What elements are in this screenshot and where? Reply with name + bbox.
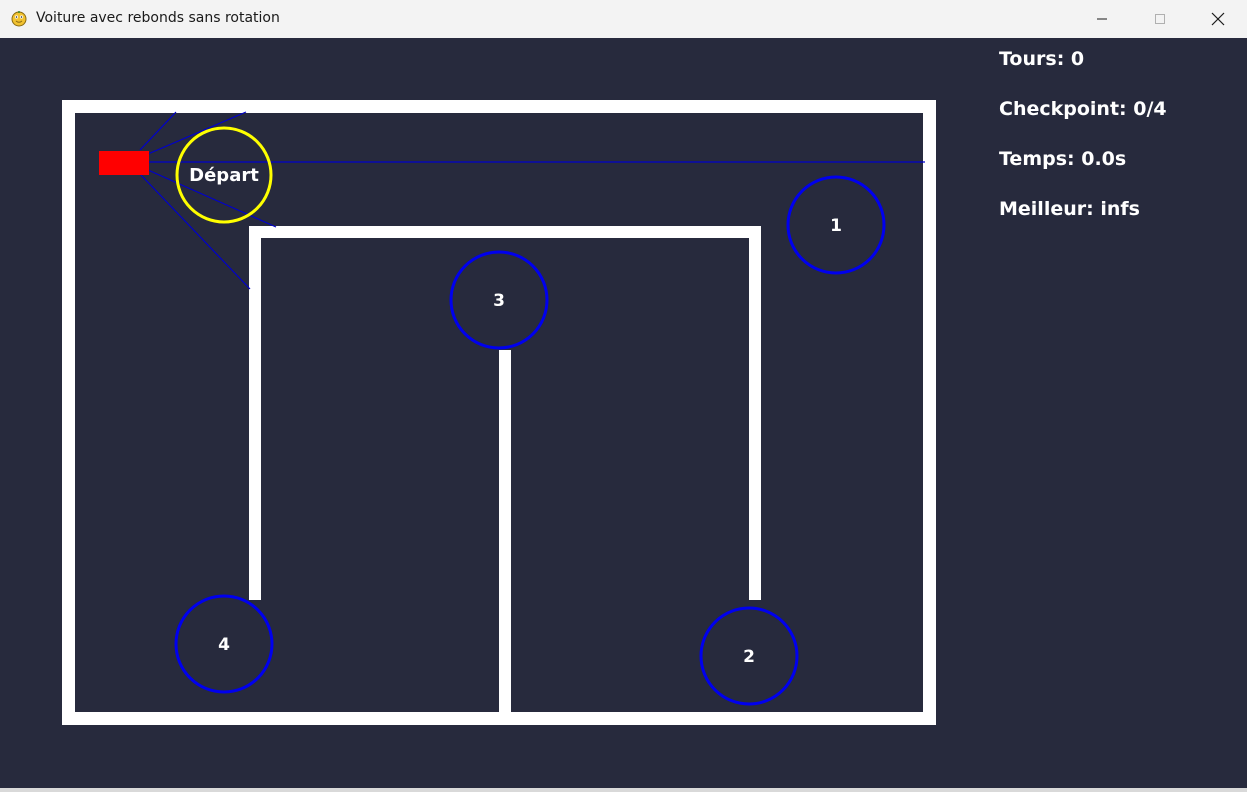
game-window: Voiture avec rebonds sans rotation Dépar… [0, 0, 1247, 792]
outer-wall-top [62, 100, 936, 113]
maximize-button[interactable] [1131, 0, 1189, 38]
start-label: Départ [189, 165, 259, 186]
window-title: Voiture avec rebonds sans rotation [36, 10, 280, 26]
inner-wall-right [749, 226, 761, 600]
car [99, 151, 149, 175]
checkpoint-4-label: 4 [218, 635, 230, 655]
close-icon [1211, 12, 1225, 26]
time-readout: Temps: 0.0s [999, 148, 1127, 170]
outer-wall-right [923, 100, 936, 725]
inner-wall-left [249, 226, 261, 600]
checkpoint-2-label: 2 [743, 647, 755, 667]
checkpoint-1-label: 1 [830, 216, 842, 236]
best-time-readout: Meilleur: infs [999, 198, 1140, 220]
inner-wall-top [249, 226, 761, 238]
checkpoint-counter: Checkpoint: 0/4 [999, 98, 1167, 120]
sensor-ray-up-shallow [147, 111, 247, 155]
window-bottom-border [0, 788, 1247, 792]
minimize-button[interactable] [1073, 0, 1131, 38]
checkpoint-3-label: 3 [493, 291, 505, 311]
center-divider-wall [499, 350, 511, 720]
close-button[interactable] [1189, 0, 1247, 38]
pygame-snake-icon [11, 11, 27, 27]
minimize-icon [1097, 18, 1107, 20]
outer-wall-left [62, 100, 75, 725]
laps-counter: Tours: 0 [999, 48, 1085, 70]
title-bar[interactable]: Voiture avec rebonds sans rotation [0, 0, 1247, 39]
maximize-icon [1155, 14, 1165, 24]
